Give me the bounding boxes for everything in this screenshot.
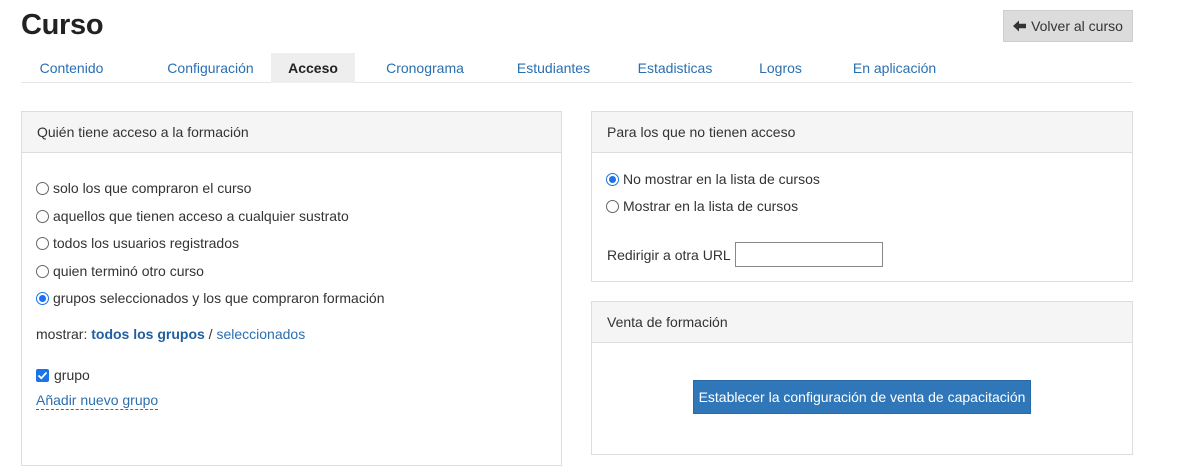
redirect-url-input[interactable] [734, 242, 883, 267]
access-option-all-registered[interactable]: todos los usuarios registrados [36, 235, 239, 251]
no-access-panel: Para los que no tienen acceso No mostrar… [591, 111, 1133, 282]
show-all-groups-link[interactable]: todos los grupos [91, 326, 205, 342]
redirect-row: Redirigir a otra URL [607, 242, 883, 267]
no-access-panel-title: Para los que no tienen acceso [592, 112, 1132, 153]
tab-bar: Contenido Configuración Acceso Cronogram… [21, 53, 1132, 83]
group-label: grupo [54, 367, 90, 383]
option-label: aquellos que tienen acceso a cualquier s… [53, 208, 349, 224]
group-checkbox[interactable] [36, 368, 49, 382]
no-access-option-hide[interactable]: No mostrar en la lista de cursos [606, 171, 820, 187]
arrow-left-icon [1013, 20, 1027, 32]
access-panel: Quién tiene acceso a la formación solo l… [21, 111, 562, 466]
sale-panel-title: Venta de formación [592, 302, 1132, 343]
page-title: Curso [21, 9, 104, 41]
access-option-purchased[interactable]: solo los que compraron el curso [36, 180, 251, 196]
radio-button[interactable] [36, 236, 49, 250]
tab-cronograma[interactable]: Cronograma [376, 53, 474, 83]
access-option-finished-other-course[interactable]: quien terminó otro curso [36, 263, 204, 279]
radio-button-selected[interactable] [36, 291, 49, 305]
redirect-label: Redirigir a otra URL [607, 246, 731, 263]
check-icon [37, 371, 48, 379]
sale-panel: Venta de formación Establecer la configu… [591, 301, 1133, 455]
option-label: Mostrar en la lista de cursos [623, 198, 799, 214]
radio-button[interactable] [36, 264, 49, 278]
radio-button[interactable] [606, 199, 619, 213]
option-label: todos los usuarios registrados [53, 235, 239, 251]
group-filter-label: mostrar: [36, 326, 88, 342]
no-access-option-show[interactable]: Mostrar en la lista de cursos [606, 198, 798, 214]
radio-button-selected[interactable] [606, 172, 619, 186]
access-option-selected-groups[interactable]: grupos seleccionados y los que compraron… [36, 290, 385, 306]
add-new-group-link[interactable]: Añadir nuevo grupo [36, 392, 159, 410]
tab-logros[interactable]: Logros [747, 53, 814, 83]
radio-button[interactable] [36, 181, 49, 195]
option-label: quien terminó otro curso [53, 263, 204, 279]
option-label: No mostrar en la lista de cursos [623, 171, 820, 187]
access-panel-title: Quién tiene acceso a la formación [22, 112, 561, 153]
option-label: grupos seleccionados y los que compraron… [53, 290, 385, 306]
group-checkbox-row[interactable]: grupo [36, 367, 90, 383]
group-filter-separator: / [204, 326, 217, 342]
sale-settings-button[interactable]: Establecer la configuración de venta de … [693, 380, 1031, 414]
tab-estadisticas[interactable]: Estadisticas [626, 53, 724, 83]
tab-en-aplicacion[interactable]: En aplicación [843, 53, 946, 83]
back-button-label: Volver al curso [1031, 18, 1123, 34]
tab-acceso[interactable]: Acceso [271, 53, 355, 83]
tab-estudiantes[interactable]: Estudiantes [505, 53, 602, 83]
tab-contenido[interactable]: Contenido [21, 53, 122, 83]
group-filter: mostrar: todos los grupos / seleccionado… [36, 326, 305, 342]
access-option-any-substrate[interactable]: aquellos que tienen acceso a cualquier s… [36, 208, 349, 224]
show-selected-groups-link[interactable]: seleccionados [216, 326, 305, 342]
option-label: solo los que compraron el curso [53, 180, 252, 196]
tab-configuracion[interactable]: Configuración [143, 53, 278, 83]
radio-button[interactable] [36, 209, 49, 223]
back-to-course-button[interactable]: Volver al curso [1003, 10, 1133, 42]
